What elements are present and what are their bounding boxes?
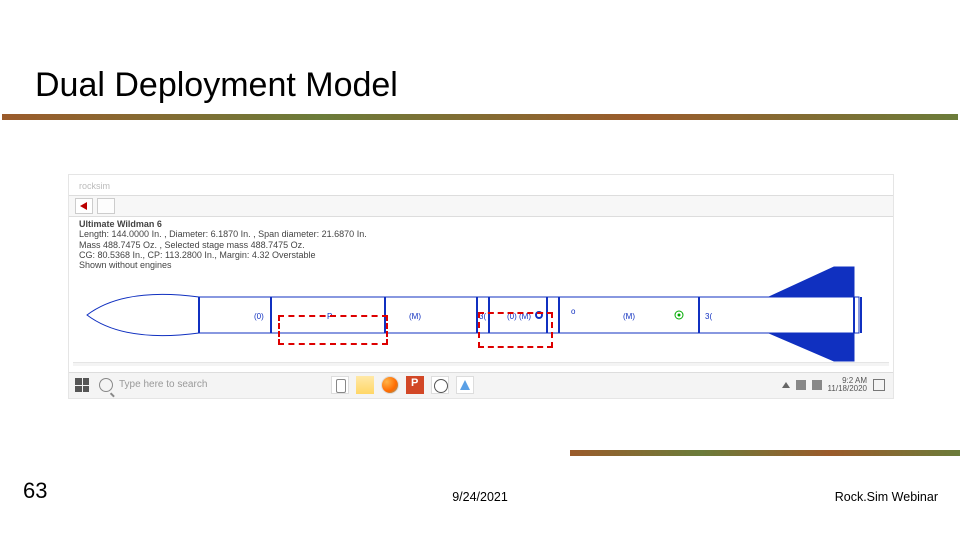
tray-overflow-icon[interactable] — [782, 382, 790, 388]
footer-date: 9/24/2021 — [452, 490, 508, 504]
app-status-bar — [73, 362, 889, 366]
spec-mass: Mass 488.7475 Oz. , Selected stage mass … — [79, 240, 367, 250]
toolbar-row — [69, 195, 893, 217]
tool-button-left-arrow[interactable] — [75, 198, 93, 214]
svg-text:3(: 3( — [705, 312, 712, 321]
footer-title: Rock.Sim Webinar — [835, 490, 938, 504]
app-name-label: rocksim — [79, 181, 110, 191]
tool-button-view[interactable] — [97, 198, 115, 214]
powerpoint-icon[interactable] — [406, 376, 424, 394]
file-explorer-icon[interactable] — [356, 376, 374, 394]
firefox-icon[interactable] — [381, 376, 399, 394]
spec-length-diameter: Length: 144.0000 In. , Diameter: 6.1870 … — [79, 229, 367, 239]
taskbar-clock[interactable]: 9:2 AM 11/18/2020 — [828, 377, 867, 393]
tray-icon-2[interactable] — [812, 380, 822, 390]
search-icon[interactable] — [99, 378, 113, 392]
svg-text:(M): (M) — [409, 312, 421, 321]
svg-text:(0): (0) — [254, 312, 264, 321]
clock-date: 11/18/2020 — [828, 385, 867, 393]
slide-title: Dual Deployment Model — [35, 66, 398, 105]
windows-taskbar: Type here to search 9:2 AM 11/18/2020 — [69, 372, 893, 398]
tray-icon-1[interactable] — [796, 380, 806, 390]
divider-bottom-right — [570, 450, 960, 456]
photo-app-icon[interactable] — [456, 376, 474, 394]
action-center-icon[interactable] — [873, 379, 885, 391]
design-canvas: Ultimate Wildman 6 Length: 144.0000 In. … — [73, 217, 889, 364]
divider-top — [2, 114, 958, 120]
highlight-avionics-section — [478, 312, 553, 348]
highlight-drogue-section — [278, 315, 388, 345]
taskview-icon[interactable] — [331, 376, 349, 394]
taskbar-pinned-apps — [331, 376, 474, 396]
rocket-name: Ultimate Wildman 6 — [79, 219, 367, 229]
start-button[interactable] — [75, 378, 89, 392]
rocksim-icon[interactable] — [431, 376, 449, 394]
app-screenshot: rocksim Ultimate Wildman 6 Length: 144.0… — [68, 174, 894, 399]
search-input-placeholder[interactable]: Type here to search — [119, 379, 207, 390]
page-number: 63 — [23, 478, 47, 504]
svg-text:o: o — [571, 307, 576, 316]
svg-text:(M): (M) — [623, 312, 635, 321]
system-tray: 9:2 AM 11/18/2020 — [782, 377, 885, 393]
